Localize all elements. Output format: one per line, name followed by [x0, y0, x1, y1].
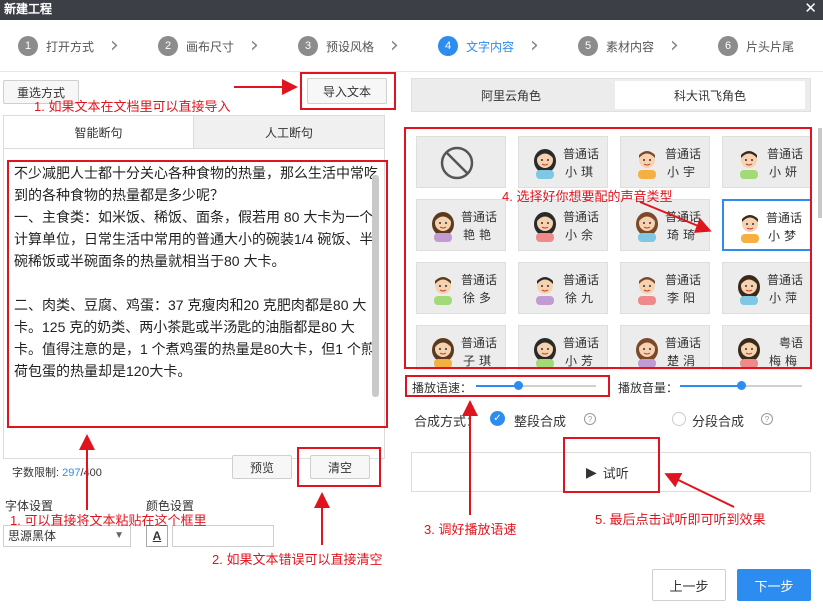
annotation-arrows	[79, 79, 735, 545]
arrow-voice	[639, 201, 712, 233]
arrow-listen	[664, 473, 735, 508]
